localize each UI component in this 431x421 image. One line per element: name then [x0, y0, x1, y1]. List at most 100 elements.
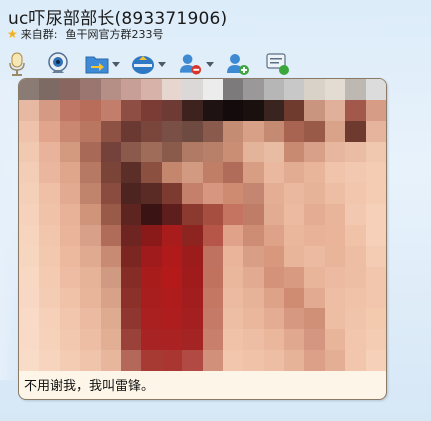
mosaic-cell	[324, 120, 346, 142]
mosaic-cell	[345, 79, 366, 100]
mosaic-cell	[222, 204, 244, 225]
chevron-down-icon[interactable]	[206, 61, 214, 67]
video-call-button[interactable]	[44, 49, 72, 79]
mosaic-cell	[39, 245, 60, 267]
pixelated-image[interactable]	[19, 79, 386, 371]
mosaic-cell	[161, 308, 183, 330]
mosaic-cell	[161, 120, 183, 142]
mosaic-cell	[141, 204, 162, 225]
mosaic-cell	[100, 266, 121, 288]
message-record-button[interactable]	[264, 49, 292, 79]
mosaic-cell	[39, 204, 60, 225]
mosaic-cell	[182, 225, 203, 246]
mosaic-cell	[59, 350, 81, 371]
mosaic-cell	[202, 225, 223, 246]
mosaic-cell	[80, 308, 101, 330]
block-user-button[interactable]	[178, 49, 214, 79]
mosaic-cell	[222, 245, 244, 267]
mosaic-cell	[141, 287, 162, 309]
mosaic-cell	[324, 245, 346, 267]
mosaic-cell	[304, 99, 325, 121]
mosaic-cell	[161, 350, 183, 371]
mosaic-cell	[161, 245, 183, 267]
mosaic-cell	[243, 141, 264, 163]
mosaic-cell	[141, 183, 162, 205]
mosaic-cell	[284, 350, 305, 371]
mosaic-cell	[59, 245, 81, 267]
mosaic-cell	[324, 141, 346, 163]
mosaic-cell	[202, 308, 223, 330]
mosaic-cell	[182, 141, 203, 163]
mosaic-cell	[263, 329, 285, 351]
mosaic-cell	[161, 141, 183, 163]
mosaic-cell	[304, 225, 325, 246]
add-friend-button[interactable]	[224, 49, 252, 79]
mosaic-cell	[19, 266, 40, 288]
mosaic-cell	[19, 183, 40, 205]
mosaic-cell	[365, 266, 386, 288]
mosaic-cell	[365, 329, 386, 351]
mosaic-cell	[120, 79, 142, 100]
mosaic-cell	[324, 204, 346, 225]
mosaic-cell	[39, 329, 60, 351]
mosaic-cell	[182, 162, 203, 184]
mosaic-cell	[243, 329, 264, 351]
mosaic-cell	[202, 266, 223, 288]
mosaic-cell	[120, 204, 142, 225]
mosaic-cell	[59, 141, 81, 163]
mosaic-cell	[345, 350, 366, 371]
mosaic-cell	[80, 79, 101, 100]
mosaic-cell	[39, 308, 60, 330]
user-remove-icon	[179, 54, 202, 75]
remote-assist-button[interactable]	[130, 49, 166, 79]
send-file-button[interactable]	[84, 49, 120, 79]
mosaic-cell	[365, 99, 386, 121]
mosaic-cell	[141, 245, 162, 267]
mosaic-cell	[141, 141, 162, 163]
mosaic-cell	[222, 141, 244, 163]
mosaic-cell	[324, 350, 346, 371]
mosaic-cell	[365, 79, 386, 100]
mosaic-cell	[59, 266, 81, 288]
mosaic-cell	[182, 287, 203, 309]
mosaic-cell	[120, 141, 142, 163]
mosaic-cell	[304, 308, 325, 330]
mosaic-cell	[284, 204, 305, 225]
mosaic-cell	[19, 204, 40, 225]
mosaic-cell	[39, 141, 60, 163]
mosaic-cell	[100, 287, 121, 309]
mosaic-cell	[324, 225, 346, 246]
group-name-link[interactable]: 鱼干网官方群233号	[65, 26, 163, 42]
mosaic-cell	[39, 266, 60, 288]
mosaic-cell	[284, 329, 305, 351]
mosaic-cell	[120, 183, 142, 205]
mosaic-cell	[243, 350, 264, 371]
mosaic-cell	[59, 329, 81, 351]
mosaic-cell	[80, 120, 101, 142]
mosaic-cell	[202, 79, 223, 100]
mosaic-cell	[161, 79, 183, 100]
mosaic-cell	[59, 183, 81, 205]
folder-transfer-icon	[85, 56, 108, 74]
mosaic-cell	[263, 204, 285, 225]
mosaic-cell	[284, 120, 305, 142]
mosaic-cell	[263, 183, 285, 205]
mosaic-cell	[243, 183, 264, 205]
mosaic-cell	[39, 350, 60, 371]
mosaic-cell	[141, 99, 162, 121]
chevron-down-icon[interactable]	[157, 61, 166, 67]
mosaic-cell	[141, 120, 162, 142]
mosaic-cell	[59, 162, 81, 184]
mosaic-cell	[202, 162, 223, 184]
mosaic-cell	[182, 183, 203, 205]
mosaic-cell	[100, 79, 121, 100]
mosaic-cell	[345, 245, 366, 267]
chevron-down-icon[interactable]	[111, 61, 120, 67]
mosaic-cell	[202, 204, 223, 225]
mosaic-cell	[100, 350, 121, 371]
mosaic-cell	[182, 266, 203, 288]
mosaic-cell	[161, 287, 183, 309]
mosaic-cell	[19, 225, 40, 246]
voice-call-button[interactable]	[4, 49, 30, 79]
mosaic-cell	[141, 225, 162, 246]
